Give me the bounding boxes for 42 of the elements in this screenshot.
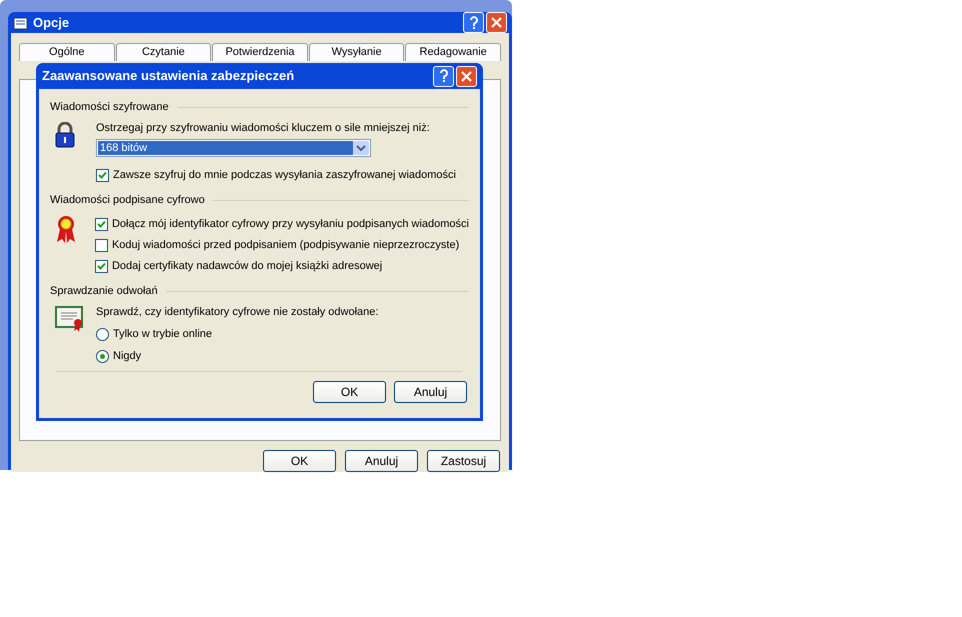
close-button[interactable] [486,12,507,33]
cancel-button[interactable]: Anuluj [345,450,418,472]
cancel-button[interactable]: Anuluj [394,381,467,403]
certificate-icon [55,306,85,332]
group-heading: Sprawdzanie odwołań [50,284,158,299]
checkbox[interactable] [94,239,108,252]
padlock-icon [55,122,75,148]
award-ribbon-icon [55,215,77,243]
tab[interactable]: Potwierdzenia [212,43,308,61]
window-icon [13,14,29,30]
close-icon [461,70,472,82]
radio-label: Nigdy [113,348,142,364]
ok-button[interactable]: OK [313,381,386,403]
help-button[interactable] [463,12,484,33]
help-icon [438,69,448,83]
ok-button[interactable]: OK [263,450,336,472]
radio-button[interactable] [96,350,109,362]
key-strength-dropdown[interactable]: 168 bitów [96,139,371,157]
checkbox[interactable] [96,169,109,182]
tab[interactable]: Czytanie [116,43,212,61]
group-heading: Wiadomości szyfrowane [50,100,169,115]
radio-button[interactable] [96,328,109,340]
tab[interactable]: Wysyłanie [308,43,404,61]
checkbox[interactable] [94,260,108,273]
checkbox-label: Dołącz mój identyfikator cyfrowy przy wysyłaniu podpisanych wiadomości [112,217,469,232]
window-title: Opcje [33,14,70,32]
help-icon [468,16,478,30]
instruction-text: Sprawdź, czy identyfikatory cyfrowe nie zostały odwołane: [96,305,378,320]
checkbox-label: Dodaj certyfikaty nadawców do mojej książki adresowej [112,259,382,274]
close-button[interactable] [456,66,477,86]
help-button[interactable] [433,66,454,86]
checkbox-label: Koduj wiadomości przed podpisaniem (podpisywanie nieprzezroczyste) [112,238,460,254]
radio-label: Tylko w trybie online [113,326,212,342]
instruction-text: Ostrzegaj przy szyfrowaniu wiadomości kluczem o sile mniejszej niż: [96,121,430,136]
group-heading: Wiadomości podpisane cyfrowo [50,192,205,208]
apply-button[interactable]: Zastosuj [427,450,500,472]
tab[interactable]: Redagowanie [405,43,501,61]
dialog-title: Zaawansowane ustawienia zabezpieczeń [42,67,294,86]
tab[interactable]: Ogólne [19,43,115,61]
checkbox-label: Zawsze szyfruj do mnie podczas wysyłania zaszyfrowanej wiadomości [113,168,456,184]
checkbox[interactable] [94,218,108,231]
close-icon [491,17,502,28]
